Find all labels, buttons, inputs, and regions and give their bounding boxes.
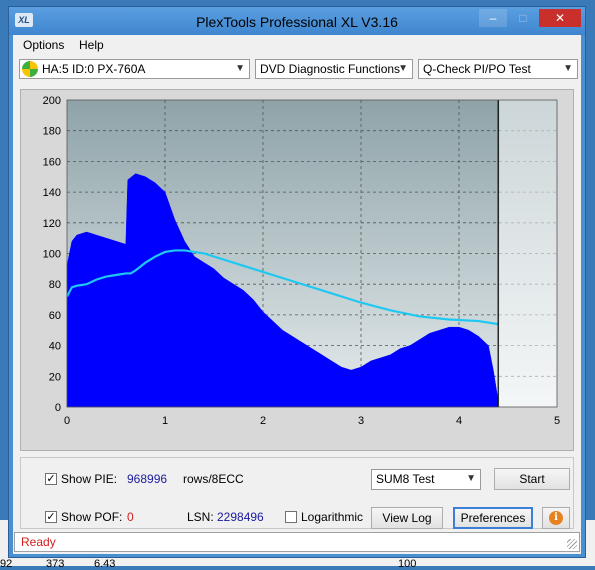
- view-log-button[interactable]: View Log: [371, 507, 443, 529]
- test-select[interactable]: Q-Check PI/PO Test ▼: [418, 59, 578, 79]
- chevron-down-icon: ▼: [563, 63, 573, 74]
- y-tick-label: 180: [43, 126, 61, 138]
- poe-value: 0: [127, 510, 134, 524]
- logarithmic-checkbox[interactable]: [285, 511, 297, 523]
- lsn-value: 2298496: [217, 510, 264, 524]
- function-select-value: DVD Diagnostic Functions: [260, 62, 401, 76]
- y-tick-label: 120: [43, 218, 61, 230]
- pi-chart: 0 20 40 60 80 100 120 140 160 180 200 0 1 2 3 4 5: [43, 95, 560, 427]
- x-tick-label: 4: [456, 415, 462, 427]
- y-tick-label: 80: [49, 279, 61, 291]
- client-area: Options Help HA:5 ID:0 PX-760A ▼ DVD Dia…: [13, 35, 581, 554]
- background-text: 373: [46, 558, 65, 570]
- logarithmic-label: Logarithmic: [301, 510, 364, 524]
- y-tick-label: 60: [49, 310, 61, 322]
- y-tick-label: 0: [55, 402, 61, 414]
- unscanned-area: [499, 100, 557, 407]
- menu-options[interactable]: Options: [23, 38, 64, 52]
- y-tick-label: 40: [49, 341, 61, 353]
- chart-panel: 0 20 40 60 80 100 120 140 160 180 200 0 1 2 3 4 5: [20, 89, 574, 451]
- drive-icon: [22, 61, 38, 77]
- chevron-down-icon: ▼: [235, 63, 245, 74]
- drive-select[interactable]: HA:5 ID:0 PX-760A ▼: [19, 59, 250, 79]
- drive-select-value: HA:5 ID:0 PX-760A: [42, 62, 146, 76]
- show-poe-checkbox[interactable]: ✓: [45, 511, 57, 523]
- info-icon: i: [549, 511, 563, 525]
- y-tick-label: 200: [43, 95, 61, 107]
- chevron-down-icon: ▼: [398, 63, 408, 74]
- background-text: 100: [398, 558, 417, 570]
- y-tick-label: 160: [43, 156, 61, 168]
- x-tick-label: 0: [64, 415, 70, 427]
- preferences-button[interactable]: Preferences: [453, 507, 533, 529]
- menu-bar: Options Help: [13, 35, 581, 55]
- maximize-button[interactable]: □: [509, 9, 537, 27]
- plextools-window: XL PlexTools Professional XL V3.16 – □ ✕…: [8, 6, 586, 558]
- show-poe-label: Show POF:: [61, 510, 123, 524]
- y-tick-label: 100: [43, 249, 61, 261]
- title-bar[interactable]: XL PlexTools Professional XL V3.16 – □ ✕: [9, 7, 585, 35]
- background-text: 92: [0, 558, 13, 570]
- background-text: 6.43: [94, 558, 116, 570]
- show-pie-label: Show PIE:: [61, 472, 118, 486]
- sum-test-value: SUM8 Test: [376, 472, 435, 486]
- minimize-button[interactable]: –: [479, 9, 507, 27]
- resize-grip-icon[interactable]: [567, 539, 577, 549]
- x-tick-label: 3: [358, 415, 364, 427]
- pie-value: 968996: [127, 472, 168, 486]
- control-panel: ✓ Show PIE: 968996 rows/8ECC ✓ Show POF:…: [20, 457, 574, 529]
- status-text: Ready: [21, 535, 56, 549]
- y-tick-label: 20: [49, 371, 61, 383]
- function-select[interactable]: DVD Diagnostic Functions ▼: [255, 59, 413, 79]
- y-tick-label: 140: [43, 187, 61, 199]
- x-tick-label: 5: [554, 415, 560, 427]
- start-button[interactable]: Start: [494, 468, 570, 490]
- chevron-down-icon: ▼: [466, 473, 476, 484]
- show-pie-checkbox[interactable]: ✓: [45, 473, 57, 485]
- lsn-label: LSN:: [187, 510, 214, 524]
- x-tick-label: 2: [260, 415, 266, 427]
- sum-test-select[interactable]: SUM8 Test ▼: [371, 469, 481, 490]
- status-bar: Ready: [14, 532, 580, 552]
- info-button[interactable]: i: [542, 507, 570, 529]
- pie-unit: rows/8ECC: [183, 472, 244, 486]
- test-select-value: Q-Check PI/PO Test: [423, 62, 531, 76]
- x-tick-label: 1: [162, 415, 168, 427]
- menu-help[interactable]: Help: [79, 38, 104, 52]
- close-button[interactable]: ✕: [539, 9, 581, 27]
